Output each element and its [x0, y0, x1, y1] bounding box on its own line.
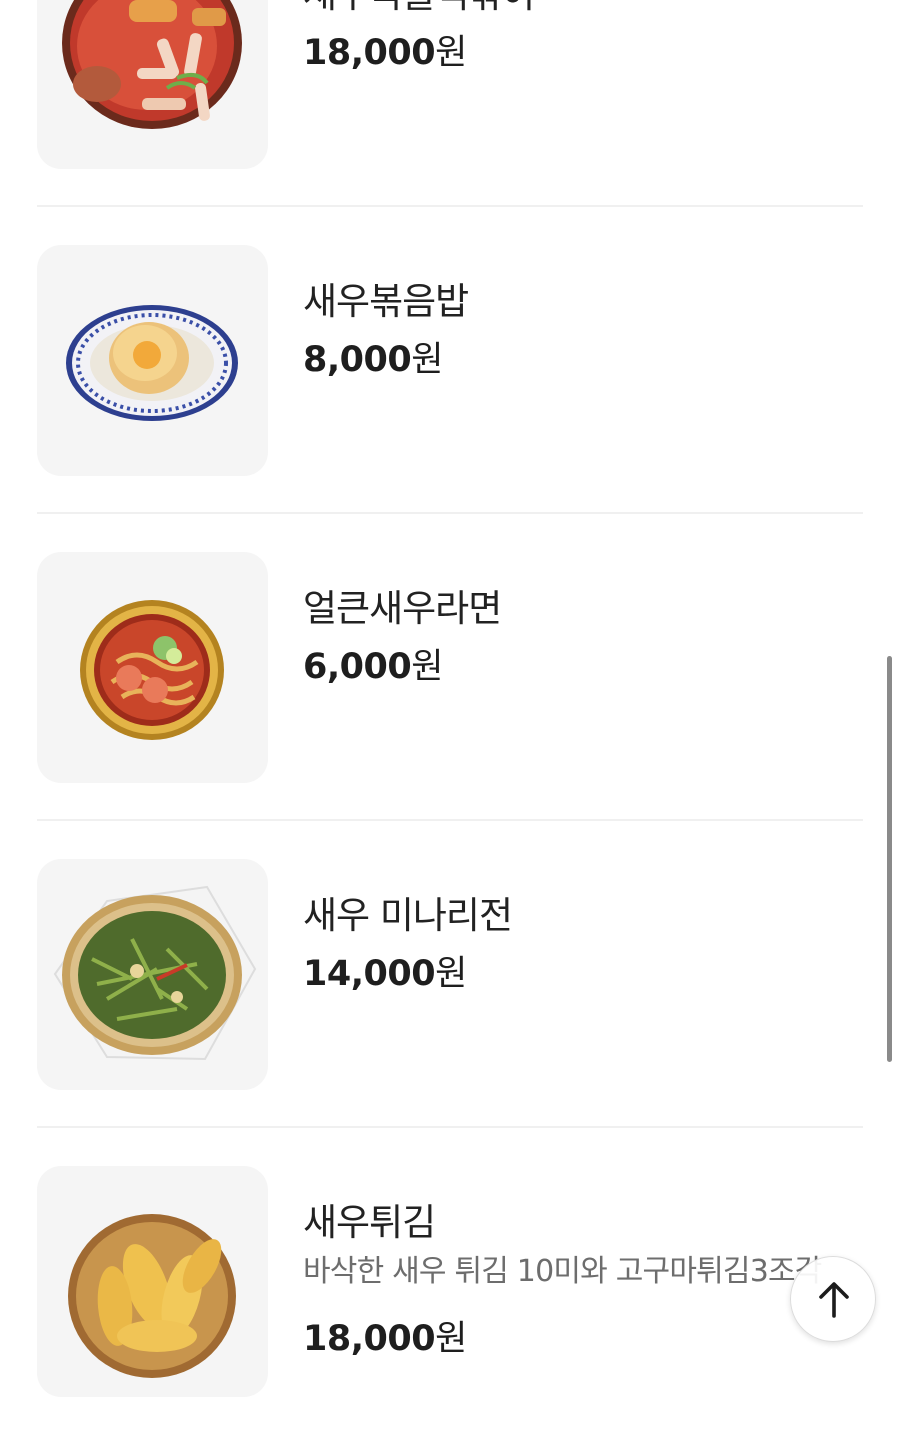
- scroll-to-top-button[interactable]: [790, 1256, 876, 1342]
- menu-item[interactable]: 새우튀김 바삭한 새우 튀김 10미와 고구마튀김3조각 18,000원: [37, 1128, 863, 1435]
- tteokbokki-dish-icon: [62, 0, 242, 129]
- menu-item-price: 8,000원: [303, 340, 443, 380]
- arrow-up-icon: [819, 1282, 849, 1318]
- menu-item-name: 얼큰새우라면: [303, 587, 502, 630]
- menu-item[interactable]: 새우볶음밥 8,000원: [37, 207, 863, 514]
- menu-item-price: 18,000원: [303, 33, 467, 73]
- menu-item-image[interactable]: [37, 859, 268, 1090]
- menu-item-image[interactable]: [37, 245, 268, 476]
- menu-item-name: 새우볶음밥: [303, 280, 469, 323]
- scrollbar[interactable]: [887, 656, 892, 1062]
- menu-item-name: 새우튀김: [303, 1201, 436, 1244]
- menu-item-image[interactable]: [37, 0, 268, 169]
- menu-item-image[interactable]: [37, 1166, 268, 1397]
- menu-item-price: 18,000원: [303, 1319, 467, 1359]
- menu-item-image[interactable]: [37, 552, 268, 783]
- menu-item-price: 14,000원: [303, 954, 467, 994]
- menu-item[interactable]: 얼큰새우라면 6,000원: [37, 514, 863, 821]
- menu-item[interactable]: 새우국물떡볶이 18,000원: [37, 0, 863, 207]
- menu-item-name: 새우국물떡볶이: [303, 0, 535, 18]
- ramen-pot-icon: [80, 600, 224, 740]
- menu-item-name: 새우 미나리전: [303, 894, 513, 937]
- minari-pancake-icon: [53, 885, 257, 1061]
- fried-shrimp-basket-icon: [68, 1214, 236, 1378]
- menu-item[interactable]: 새우 미나리전 14,000원: [37, 821, 863, 1128]
- fried-rice-dish-icon: [66, 305, 238, 421]
- menu-item-description: 바삭한 새우 튀김 10미와 고구마튀김3조각: [303, 1254, 822, 1289]
- menu-list: 새우국물떡볶이 18,000원 새우볶음밥 8,000원: [0, 0, 900, 1397]
- menu-item-price: 6,000원: [303, 647, 443, 687]
